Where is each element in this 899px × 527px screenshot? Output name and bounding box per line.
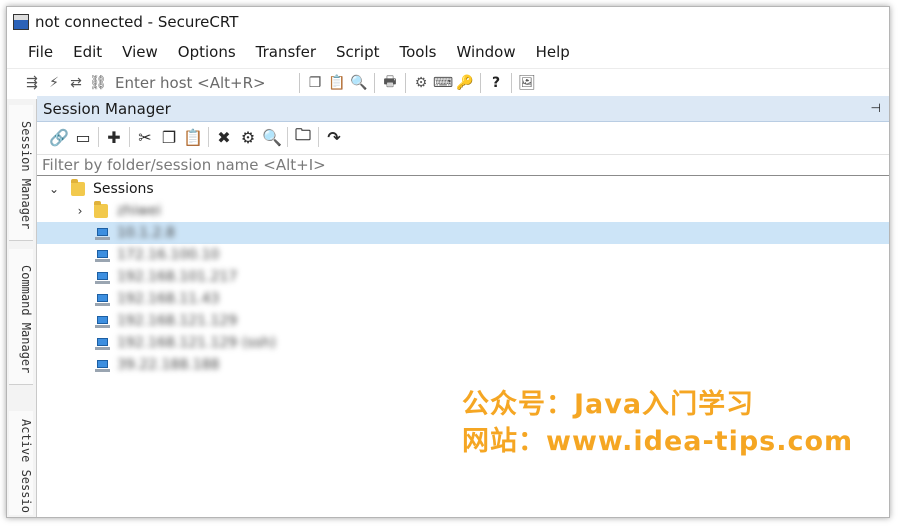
session-label: 192.168.101.217 [117,269,238,285]
paste-session-icon[interactable]: 📋 [181,125,205,149]
side-tab-strip: Session Manager Command Manager Active S… [7,99,37,517]
new-session-icon[interactable]: ✚ [102,125,126,149]
main-toolbar: ⇶ ⚡ ⇄ ⛓ Enter host <Alt+R> ❐ 📋 🔍 🖶 ⚙ ⌨ 🔑… [7,68,889,97]
tab-command-manager[interactable]: Command Manager [9,249,33,385]
menu-view[interactable]: View [112,43,168,61]
find-session-icon[interactable]: 🔍 [260,125,284,149]
keymap-icon[interactable]: ⌨ [432,72,454,94]
menu-script[interactable]: Script [326,43,390,61]
session-item[interactable]: 39.22.188.188 [37,354,889,376]
toolbar-divider [208,127,209,147]
delete-icon[interactable]: ✖ [212,125,236,149]
pin-icon[interactable]: ⊣ [871,101,881,115]
session-tree: ⌄ Sessions › zhiwei 10.1.2.8 172.16.100.… [37,178,889,376]
enter-host-input[interactable]: Enter host <Alt+R> [115,74,295,92]
connect-in-tab-icon[interactable]: ▭ [71,125,95,149]
computer-icon [95,293,110,306]
menu-edit[interactable]: Edit [63,43,112,61]
cut-icon[interactable]: ✂ [133,125,157,149]
computer-icon [95,359,110,372]
toolbar-divider [129,127,130,147]
tab-session-manager[interactable]: Session Manager [9,105,33,241]
keygen-icon[interactable]: 🔑 [454,72,476,94]
tree-node-sessions-root[interactable]: ⌄ Sessions [37,178,889,200]
find-icon[interactable]: 🔍 [348,72,370,94]
reconnect-icon[interactable]: ⇄ [65,72,87,94]
copy-icon[interactable]: ❐ [304,72,326,94]
session-label: 10.1.2.8 [117,225,175,241]
session-item[interactable]: 10.1.2.8 [37,222,889,244]
tree-node-label: Sessions [93,181,154,197]
help-icon[interactable]: ? [485,72,507,94]
session-item[interactable]: 192.168.11.43 [37,288,889,310]
session-label: 172.16.100.10 [117,247,220,263]
session-item[interactable]: 192.168.121.129 (ssh) [37,332,889,354]
toolbar-divider [299,73,300,93]
computer-icon [95,227,110,240]
session-manager-toolbar: 🔗 ▭ ✚ ✂ ❐ 📋 ✖ ⚙ 🔍 🗀 ↷ [37,123,346,151]
tree-node-label: zhiwei [117,203,162,219]
session-item[interactable]: 172.16.100.10 [37,244,889,266]
toolbar-divider [318,127,319,147]
menu-tools[interactable]: Tools [390,43,447,61]
session-item[interactable]: 192.168.121.129 [37,310,889,332]
menu-transfer[interactable]: Transfer [246,43,326,61]
menu-window[interactable]: Window [446,43,525,61]
computer-icon [95,315,110,328]
settings-icon[interactable]: ⚙ [410,72,432,94]
computer-icon [95,337,110,350]
folder-icon [94,201,108,218]
watermark-line-2: 网站：www.idea-tips.com [462,426,854,457]
connect-session-icon[interactable]: 🔗 [47,125,71,149]
quick-connect-icon[interactable]: ⚡ [43,72,65,94]
chevron-down-icon[interactable]: ⌄ [47,182,61,196]
computer-icon [95,249,110,262]
copy-session-icon[interactable]: ❐ [157,125,181,149]
session-label: 39.22.188.188 [117,357,220,373]
toolbar-divider [405,73,406,93]
disconnect-icon[interactable]: ⛓ [87,72,109,94]
tree-node-folder[interactable]: › zhiwei [37,200,889,222]
toolbar-divider [98,127,99,147]
session-item[interactable]: 192.168.101.217 [37,266,889,288]
share-icon[interactable]: ↷ [322,125,346,149]
toolbar-divider [511,73,512,93]
properties-icon[interactable]: ⚙ [236,125,260,149]
menu-help[interactable]: Help [526,43,580,61]
title-bar: not connected - SecureCRT [7,7,889,37]
toolbar-divider [480,73,481,93]
print-icon[interactable]: 🖶 [379,72,401,94]
toolbar-divider [287,127,288,147]
session-label: 192.168.11.43 [117,291,220,307]
tab-active-sessions[interactable]: Active Sessio [9,411,33,515]
menu-file[interactable]: File [7,43,63,61]
menu-bar: File Edit View Options Transfer Script T… [7,39,580,65]
chevron-right-icon[interactable]: › [73,204,87,218]
watermark-line-1: 公众号：Java入门学习 [462,389,755,420]
connect-icon[interactable]: ⇶ [21,72,43,94]
securecrt-app-icon [13,14,29,30]
session-label: 192.168.121.129 (ssh) [117,335,277,351]
new-folder-icon[interactable]: 🗀 [291,125,315,149]
session-manager-title: Session Manager [43,99,171,118]
session-manager-header: Session Manager ⊣ [37,96,889,122]
toolbar-divider [374,73,375,93]
menu-options[interactable]: Options [168,43,246,61]
session-filter-input[interactable]: Filter by folder/session name <Alt+I> [37,154,889,176]
window-title: not connected - SecureCRT [35,13,239,31]
paste-icon[interactable]: 📋 [326,72,348,94]
sftp-icon[interactable]: 🖼 [516,72,538,94]
computer-icon [95,271,110,284]
session-label: 192.168.121.129 [117,313,238,329]
folder-icon [71,179,85,196]
